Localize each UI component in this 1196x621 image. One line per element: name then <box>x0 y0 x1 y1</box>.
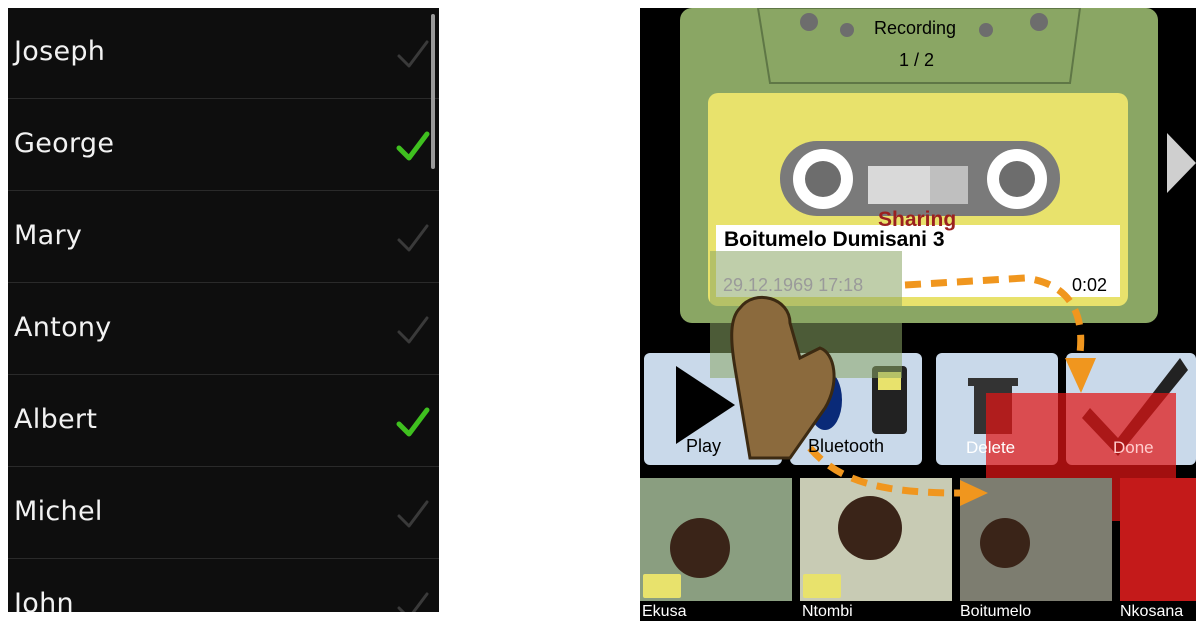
screw-icon <box>840 23 854 37</box>
list-item-label: John <box>14 588 74 612</box>
checkmark-icon[interactable] <box>393 218 433 258</box>
recording-date: 29.12.1969 17:18 <box>723 275 864 295</box>
recording-name: Boitumelo Dumisani 3 <box>724 228 945 251</box>
list-item[interactable]: John <box>8 560 439 612</box>
list-item[interactable]: Joseph <box>8 8 439 99</box>
list-item[interactable]: Albert <box>8 376 439 467</box>
contact-name: Boitumelo <box>960 603 1032 620</box>
contact-photo[interactable] <box>1120 478 1196 601</box>
checkmark-icon[interactable] <box>393 310 433 350</box>
checkmark-icon[interactable] <box>393 494 433 534</box>
contact-list-panel: Joseph George Mary Antony Albert Michel John <box>8 8 439 612</box>
list-item-label: George <box>14 128 115 159</box>
delete-label: Delete <box>966 438 1016 457</box>
cassette-badge-icon <box>643 574 681 598</box>
cassette-title: Recording <box>874 18 957 38</box>
list-item[interactable]: Michel <box>8 468 439 559</box>
list-item-label: Joseph <box>14 36 106 67</box>
screw-icon <box>979 23 993 37</box>
scrollbar[interactable] <box>431 14 435 169</box>
list-item-label: Albert <box>14 404 98 435</box>
screw-icon <box>800 13 818 31</box>
checkmark-icon[interactable] <box>393 586 433 612</box>
checkmark-icon[interactable] <box>393 402 433 442</box>
list-item[interactable]: Mary <box>8 192 439 283</box>
list-item-label: Mary <box>14 220 83 251</box>
list-item[interactable]: George <box>8 100 439 191</box>
contact-name: Nkosana <box>1120 603 1184 620</box>
recording-duration: 0:02 <box>1072 275 1108 295</box>
contact-name: Ekusa <box>642 603 687 620</box>
list-item-label: Antony <box>14 312 112 343</box>
contact-name: Ntombi <box>802 603 853 620</box>
list-item[interactable]: Antony <box>8 284 439 375</box>
next-arrow-icon[interactable] <box>1167 133 1196 193</box>
bluetooth-label: Bluetooth <box>808 436 885 456</box>
checkmark-icon[interactable] <box>393 34 433 74</box>
checkmark-icon[interactable] <box>393 126 433 166</box>
list-item-label: Michel <box>14 496 103 527</box>
recording-counter: 1 / 2 <box>899 50 935 70</box>
recorder-app-panel: Recording 1 / 2 Sharing Boitumelo Dumisa… <box>640 8 1196 621</box>
done-label: Done <box>1113 438 1154 457</box>
play-label: Play <box>686 436 722 456</box>
screw-icon <box>1030 13 1048 31</box>
cassette-badge-icon <box>803 574 841 598</box>
